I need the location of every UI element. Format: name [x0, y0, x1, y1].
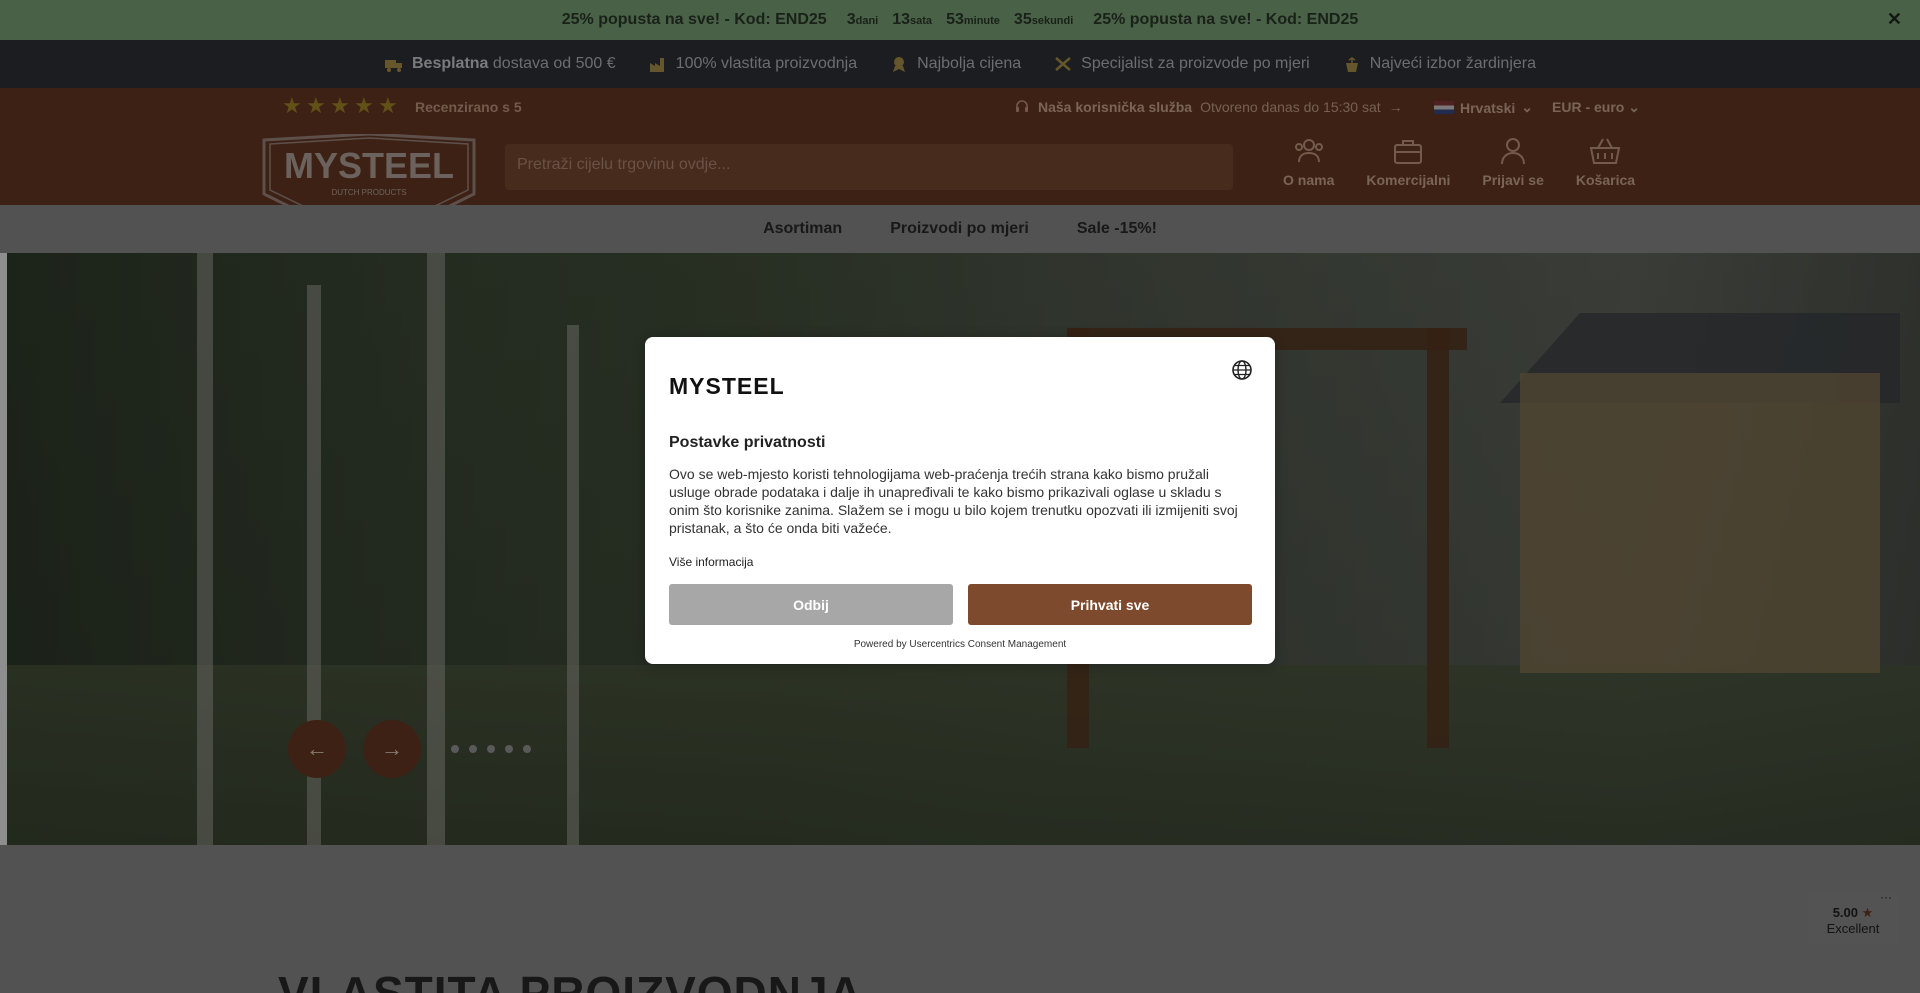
globe-icon[interactable]: [1231, 359, 1253, 381]
icon-label: O nama: [1283, 172, 1335, 188]
header-topline: ★ ★ ★ ★ ★ Recenzirano s 5 Naša korisničk…: [0, 93, 1920, 120]
usp-item-custom: Specijalist za proizvode po mjeri: [1053, 55, 1310, 73]
chevron-down-icon: ⌄: [1628, 99, 1640, 115]
rating-stars: ★ ★ ★ ★ ★: [282, 93, 398, 118]
logo-text: MYSTEEL: [284, 145, 454, 186]
privacy-consent-modal: MYSTEEL Postavke privatnosti Ovo se web-…: [645, 337, 1275, 664]
usp-text: dostava od 500 €: [488, 55, 616, 72]
headset-icon: [1016, 100, 1028, 112]
customer-service[interactable]: Naša korisnička služba Otvoreno danas do…: [1014, 99, 1403, 115]
slider-prev-button[interactable]: ←: [288, 720, 346, 778]
star-icon: ★: [354, 93, 374, 118]
close-icon[interactable]: ✕: [1887, 9, 1902, 30]
search-placeholder: Pretraži cijelu trgovinu ovdje...: [517, 156, 731, 173]
award-icon: [893, 57, 906, 72]
modal-description: Ovo se web-mjesto koristi tehnologijama …: [669, 466, 1238, 536]
timer-days: 3dani: [846, 11, 879, 28]
commercial-link[interactable]: Komercijalni: [1366, 136, 1450, 188]
usp-bar: Besplatna dostava od 500 € 100% vlastita…: [0, 40, 1920, 88]
usp-text: Najveći izbor žardinjera: [1369, 55, 1537, 72]
usp-item-delivery: Besplatna dostava od 500 €: [384, 55, 616, 73]
service-label: Naša korisnička služba: [1038, 99, 1193, 115]
trust-score: 5.00: [1832, 905, 1859, 920]
usp-item-production: 100% vlastita proizvodnja: [648, 55, 857, 73]
modal-logo: MYSTEEL: [669, 373, 785, 399]
login-link[interactable]: Prijavi se: [1482, 136, 1544, 188]
timer-hours: 13sata: [892, 11, 933, 28]
truck-icon: [384, 60, 402, 72]
site-header: ★ ★ ★ ★ ★ Recenzirano s 5 Naša korisničk…: [0, 88, 1920, 246]
star-icon: ★: [282, 93, 302, 118]
hero-tree: [197, 253, 213, 845]
icon-label: Košarica: [1575, 172, 1636, 188]
trust-label: Excellent: [1826, 921, 1880, 936]
promo-text-right: 25% popusta na sve! - Kod: END25: [1093, 11, 1359, 28]
star-icon: ★: [330, 93, 350, 118]
countdown-timer: 3dani 13sata 53minute 35sekundi: [847, 11, 1074, 29]
timer-seconds: 35sekundi: [1013, 11, 1074, 28]
people-icon: [1294, 139, 1323, 163]
service-hours: Otvoreno danas do 15:30 sat: [1200, 99, 1381, 115]
star-icon: ★: [1861, 905, 1874, 920]
arrow-right-icon: →: [381, 736, 403, 761]
nav-item-sale[interactable]: Sale -15%!: [1077, 220, 1157, 238]
logo-sub: DUTCH PRODUCTS: [331, 188, 406, 197]
usp-item-planters: Najveći izbor žardinjera: [1342, 55, 1536, 73]
slider-dot[interactable]: [487, 745, 495, 753]
usp-bold: Besplatna: [411, 55, 489, 72]
chevron-down-icon: ⌄: [1521, 99, 1533, 115]
about-us-link[interactable]: O nama: [1283, 136, 1334, 188]
nav-item-assortment[interactable]: Asortiman: [763, 220, 842, 238]
slider-dot[interactable]: [451, 745, 459, 753]
slider-dots: [451, 745, 531, 753]
slider-dot[interactable]: [469, 745, 477, 753]
slider-dot[interactable]: [505, 745, 513, 753]
hero-house: [1520, 373, 1880, 673]
trust-widget[interactable]: ··· 5.00 ★ Excellent: [1808, 890, 1898, 945]
basket-icon: [1590, 138, 1621, 164]
icon-label: Komercijalni: [1366, 172, 1451, 188]
timer-minutes: 53minute: [946, 11, 1000, 28]
hero-tree: [427, 253, 445, 845]
usp-text: 100% vlastita proizvodnja: [675, 55, 858, 72]
deny-button[interactable]: Odbij: [669, 584, 953, 625]
icon-label: Prijavi se: [1482, 172, 1544, 188]
accept-all-button[interactable]: Prihvati sve: [968, 584, 1252, 625]
arrow-right-icon: →: [1388, 99, 1403, 115]
slider-next-button[interactable]: →: [363, 720, 421, 778]
language-selector[interactable]: Hrvatski ⌄: [1434, 99, 1533, 116]
usp-text: Specijalist za proizvode po mjeri: [1081, 55, 1310, 72]
promo-text-left: 25% popusta na sve! - Kod: END25: [561, 11, 827, 28]
planter-icon: [1345, 57, 1358, 72]
croatia-flag-icon: [1434, 101, 1454, 114]
currency-label: EUR - euro: [1552, 99, 1625, 115]
nav-item-custom-products[interactable]: Proizvodi po mjeri: [890, 220, 1029, 238]
slider-dot[interactable]: [523, 745, 531, 753]
user-icon: [1501, 138, 1526, 165]
main-nav: Asortiman Proizvodi po mjeri Sale -15%!: [0, 205, 1920, 253]
more-info-link[interactable]: Više informacija: [669, 555, 753, 569]
briefcase-icon: [1394, 140, 1423, 164]
section-title: VLASTITA PROIZVODNJA: [278, 967, 863, 993]
usp-item-price: Najbolja cijena: [889, 55, 1021, 73]
usp-text: Najbolja cijena: [917, 55, 1022, 72]
more-icon[interactable]: ···: [1880, 889, 1892, 905]
hero-tree: [567, 325, 579, 845]
header-icons: O nama Komercijalni Prijavi se Košarica: [1283, 136, 1635, 188]
hero-pergola: [1427, 328, 1449, 748]
reviewed-text[interactable]: Recenzirano s 5: [415, 99, 522, 115]
star-icon: ★: [306, 93, 326, 118]
factory-icon: [649, 58, 664, 72]
tools-icon: [1055, 57, 1071, 71]
powered-by-text: Powered by Usercentrics Consent Manageme…: [853, 639, 1067, 650]
search-input[interactable]: Pretraži cijelu trgovinu ovdje...: [505, 144, 1233, 190]
currency-selector[interactable]: EUR - euro ⌄: [1552, 99, 1640, 116]
modal-title: Postavke privatnosti: [669, 434, 826, 451]
arrow-left-icon: ←: [306, 736, 328, 761]
cart-link[interactable]: Košarica: [1576, 136, 1635, 188]
promo-bar: 25% popusta na sve! - Kod: END25 3dani 1…: [0, 0, 1920, 40]
language-label: Hrvatski: [1460, 99, 1516, 116]
star-icon: ★: [378, 93, 398, 118]
